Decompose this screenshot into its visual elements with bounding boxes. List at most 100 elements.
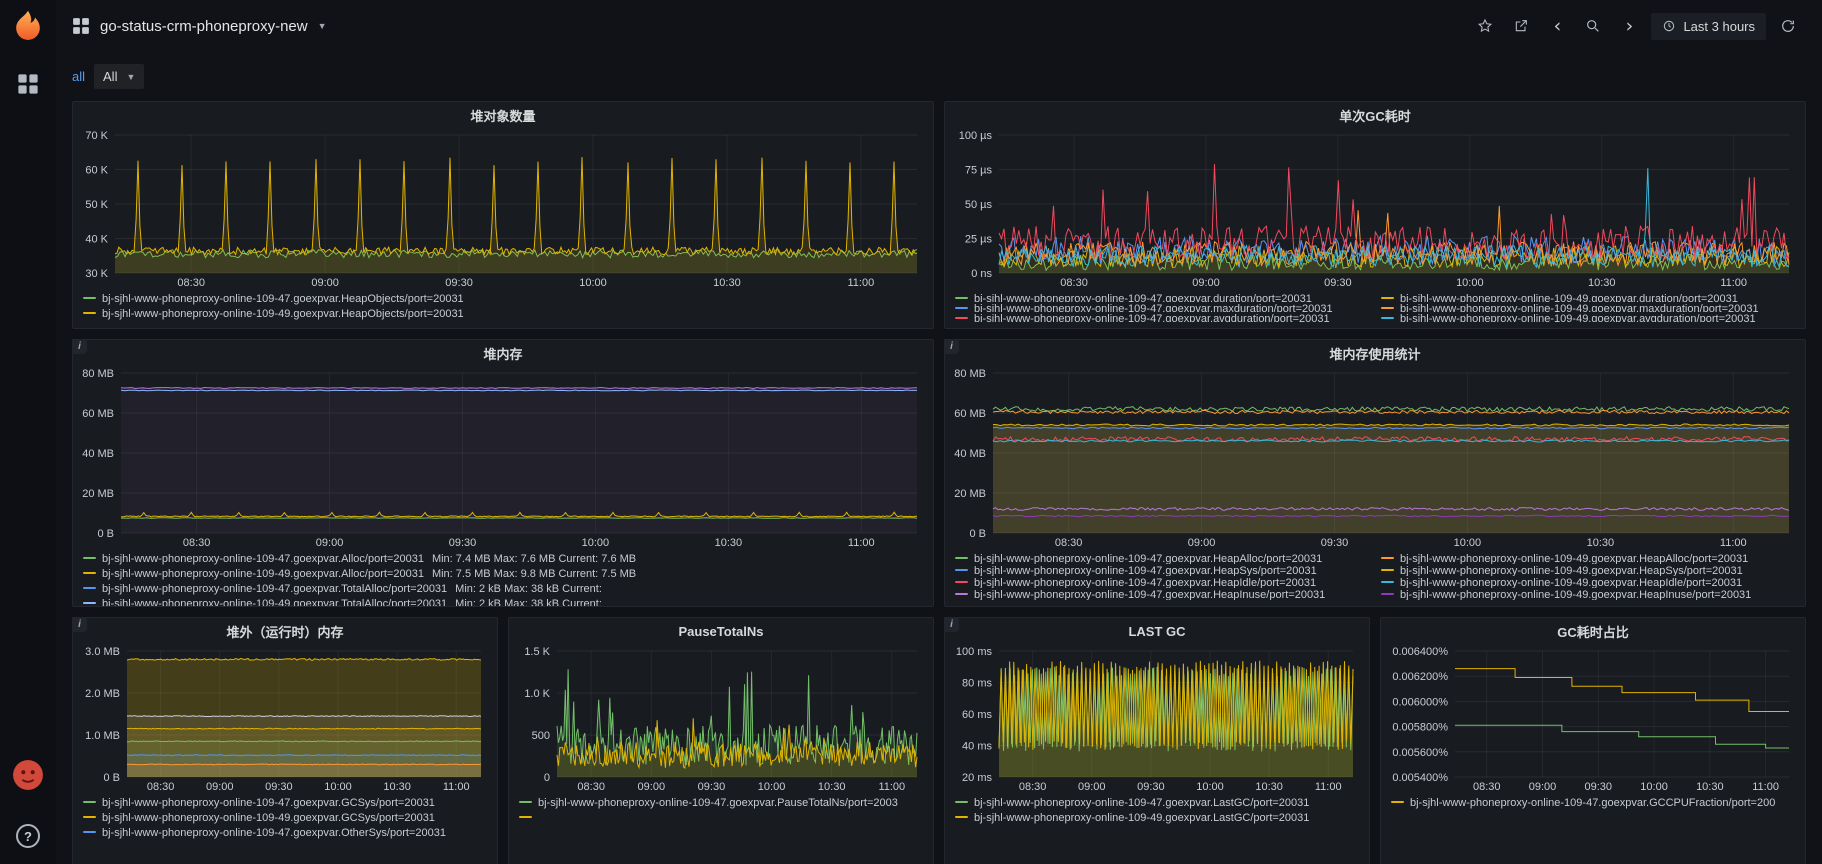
legend-item[interactable]: bj-sjhl-www-phoneproxy-online-109-47.goe… bbox=[955, 302, 1369, 312]
x-tick-label: 08:30 bbox=[147, 781, 175, 793]
series-line-1 bbox=[126, 715, 482, 718]
legend-color-dash bbox=[83, 557, 96, 560]
y-tick-label: 40 MB bbox=[82, 448, 114, 460]
zoom-button[interactable] bbox=[1579, 13, 1607, 39]
y-tick-label: 1.0 K bbox=[524, 688, 550, 700]
panel-info-icon[interactable]: i bbox=[72, 617, 87, 632]
legend-item[interactable]: bj-sjhl-www-phoneproxy-online-109-49.goe… bbox=[1381, 302, 1795, 312]
chart-canvas[interactable]: 100 µs 75 µs 50 µs 25 µs 0 ns 08:30 09:00 09:30… bbox=[949, 128, 1801, 290]
template-var-dropdown[interactable]: All ▼ bbox=[94, 64, 145, 89]
legend-item[interactable]: bj-sjhl-www-phoneproxy-online-109-49.goe… bbox=[1381, 292, 1795, 302]
x-tick-label: 09:00 bbox=[638, 781, 666, 793]
x-tick-label: 11:00 bbox=[1752, 781, 1779, 793]
series-fill bbox=[115, 157, 917, 273]
legend-item[interactable]: bj-sjhl-www-phoneproxy-online-109-49.goe… bbox=[955, 811, 1359, 826]
legend-item[interactable]: bj-sjhl-www-phoneproxy-online-109-47.goe… bbox=[955, 292, 1369, 302]
legend-item[interactable]: bj-sjhl-www-phoneproxy-online-109-47.goe… bbox=[955, 576, 1369, 588]
panel-header[interactable]: 堆外（运行时）内存 bbox=[73, 618, 497, 644]
x-tick-label: 08:30 bbox=[1019, 781, 1047, 793]
panel-heap-memory-usage: 堆内存使用统计 80 MB 60 MB 40 MB 20 MB 0 B 08:30 09:0… bbox=[944, 339, 1806, 607]
panel-info-icon[interactable]: i bbox=[944, 339, 959, 354]
x-tick-label: 11:00 bbox=[1720, 537, 1747, 549]
legend-color-dash bbox=[1391, 801, 1404, 804]
dashboard-icon[interactable] bbox=[72, 17, 90, 35]
y-tick-label: 25 µs bbox=[965, 234, 993, 246]
legend-item[interactable]: bj-sjhl-www-phoneproxy-online-109-47.goe… bbox=[955, 588, 1369, 600]
legend-item[interactable]: bj-sjhl-www-phoneproxy-online-109-47.goe… bbox=[83, 292, 923, 307]
panel-header[interactable]: 堆对象数量 bbox=[73, 102, 933, 128]
panel-legend: bj-sjhl-www-phoneproxy-online-109-47.goe… bbox=[73, 550, 933, 606]
panel-header[interactable]: PauseTotalNs bbox=[509, 618, 933, 644]
panel-header[interactable]: 堆内存使用统计 bbox=[945, 340, 1805, 366]
legend-item[interactable] bbox=[519, 811, 923, 826]
legend-item[interactable]: bj-sjhl-www-phoneproxy-online-109-49.goe… bbox=[83, 567, 923, 582]
panel-header[interactable]: GC耗时占比 bbox=[1381, 618, 1805, 644]
x-tick-label: 10:00 bbox=[579, 277, 607, 289]
panel-header[interactable]: 堆内存 bbox=[73, 340, 933, 366]
panel-header[interactable]: LAST GC bbox=[945, 618, 1369, 644]
grafana-logo[interactable] bbox=[10, 9, 46, 45]
time-range-picker[interactable]: Last 3 hours bbox=[1651, 12, 1766, 40]
share-icon bbox=[1516, 20, 1528, 32]
chart-canvas[interactable]: 1.5 K 1.0 K 500 0 08:30 09:00 09:30 10:00 10:30 1… bbox=[513, 644, 929, 794]
time-forward-button[interactable]: › bbox=[1615, 13, 1643, 39]
legend-item[interactable]: bj-sjhl-www-phoneproxy-online-109-49.goe… bbox=[1381, 564, 1795, 576]
grafana-app: ? go-status-crm-phoneproxy-new ▼ ‹ › Las… bbox=[0, 0, 1822, 864]
chart-canvas[interactable]: 100 ms 80 ms 60 ms 40 ms 20 ms 08:30 09:00 09:3… bbox=[949, 644, 1365, 794]
legend-item[interactable]: bj-sjhl-www-phoneproxy-online-109-49.goe… bbox=[83, 307, 923, 322]
x-tick-label: 10:30 bbox=[715, 537, 743, 549]
legend-label: bj-sjhl-www-phoneproxy-online-109-49.goe… bbox=[1400, 565, 1743, 576]
x-tick-label: 11:00 bbox=[1720, 277, 1747, 289]
help-icon[interactable]: ? bbox=[16, 824, 40, 848]
legend-item[interactable]: bj-sjhl-www-phoneproxy-online-109-47.goe… bbox=[955, 796, 1359, 811]
chart-canvas[interactable]: 3.0 MB 2.0 MB 1.0 MB 0 B 08:30 09:00 09:30 10:0… bbox=[77, 644, 493, 794]
refresh-button[interactable] bbox=[1774, 13, 1802, 39]
legend-item[interactable]: bj-sjhl-www-phoneproxy-online-109-47.goe… bbox=[955, 564, 1369, 576]
x-tick-label: 10:30 bbox=[713, 277, 741, 289]
legend-item[interactable]: bj-sjhl-www-phoneproxy-online-109-47.goe… bbox=[83, 796, 487, 811]
legend-label: bj-sjhl-www-phoneproxy-online-109-47.goe… bbox=[974, 293, 1312, 302]
user-avatar[interactable] bbox=[13, 760, 43, 790]
legend-item[interactable]: bj-sjhl-www-phoneproxy-online-109-49.goe… bbox=[1381, 576, 1795, 588]
x-tick-label: 09:00 bbox=[206, 781, 234, 793]
chart-area: 80 MB 60 MB 40 MB 20 MB 0 B 08:30 09:00 09:30 10… bbox=[73, 366, 933, 550]
panel-offheap-runtime-memory: 堆外（运行时）内存 3.0 MB 2.0 MB 1.0 MB 0 B 08:30 09:0… bbox=[72, 617, 498, 864]
navbar-right: ‹ › Last 3 hours bbox=[1471, 12, 1802, 40]
panel-info-icon[interactable]: i bbox=[944, 617, 959, 632]
time-range-label: Last 3 hours bbox=[1683, 18, 1755, 34]
x-tick-label: 09:30 bbox=[445, 277, 473, 289]
x-tick-label: 09:30 bbox=[1321, 537, 1349, 549]
y-tick-label: 20 MB bbox=[954, 488, 986, 500]
share-button[interactable] bbox=[1507, 13, 1535, 39]
legend-item[interactable]: bj-sjhl-www-phoneproxy-online-109-49.goe… bbox=[83, 811, 487, 826]
chart-area: 70 K 60 K 50 K 40 K 30 K 08:30 09:00 09:30 10:00… bbox=[73, 128, 933, 290]
chart-canvas[interactable]: 80 MB 60 MB 40 MB 20 MB 0 B 08:30 09:00 09:30 10… bbox=[77, 366, 929, 550]
dashboard-title[interactable]: go-status-crm-phoneproxy-new bbox=[100, 18, 308, 35]
legend-item[interactable]: bj-sjhl-www-phoneproxy-online-109-49.goe… bbox=[83, 597, 923, 606]
legend-item[interactable]: bj-sjhl-www-phoneproxy-online-109-47.goe… bbox=[955, 312, 1369, 322]
legend-item[interactable]: bj-sjhl-www-phoneproxy-online-109-47.goe… bbox=[955, 552, 1369, 564]
panel-header[interactable]: 单次GC耗时 bbox=[945, 102, 1805, 128]
chart-area: 100 µs 75 µs 50 µs 25 µs 0 ns 08:30 09:00 09:30… bbox=[945, 128, 1805, 290]
legend-item[interactable]: bj-sjhl-www-phoneproxy-online-109-49.goe… bbox=[1381, 588, 1795, 600]
x-tick-label: 08:30 bbox=[177, 277, 205, 289]
legend-item[interactable]: bj-sjhl-www-phoneproxy-online-109-49.goe… bbox=[1381, 312, 1795, 322]
panel-info-icon[interactable]: i bbox=[72, 339, 87, 354]
chart-canvas[interactable]: 0.006400% 0.006200% 0.006000% 0.005800% 0.00… bbox=[1385, 644, 1801, 794]
legend-color-dash bbox=[955, 317, 968, 320]
legend-item[interactable]: bj-sjhl-www-phoneproxy-online-109-47.goe… bbox=[83, 582, 923, 597]
y-tick-label: 500 bbox=[532, 730, 550, 742]
chart-canvas[interactable]: 80 MB 60 MB 40 MB 20 MB 0 B 08:30 09:00 09:30 10… bbox=[949, 366, 1801, 550]
star-button[interactable] bbox=[1471, 13, 1499, 39]
legend-item[interactable]: bj-sjhl-www-phoneproxy-online-109-49.goe… bbox=[1381, 552, 1795, 564]
legend-label: bj-sjhl-www-phoneproxy-online-109-49.goe… bbox=[1400, 313, 1756, 322]
time-back-button[interactable]: ‹ bbox=[1543, 13, 1571, 39]
legend-item[interactable]: bj-sjhl-www-phoneproxy-online-109-47.goe… bbox=[83, 826, 487, 841]
dashboards-grid-icon[interactable] bbox=[17, 73, 39, 95]
chart-canvas[interactable]: 70 K 60 K 50 K 40 K 30 K 08:30 09:00 09:30 10:00… bbox=[77, 128, 929, 290]
legend-item[interactable]: bj-sjhl-www-phoneproxy-online-109-47.goe… bbox=[519, 796, 923, 811]
legend-label: bj-sjhl-www-phoneproxy-online-109-49.goe… bbox=[1400, 553, 1749, 564]
legend-item[interactable]: bj-sjhl-www-phoneproxy-online-109-47.goe… bbox=[83, 552, 923, 567]
legend-item[interactable]: bj-sjhl-www-phoneproxy-online-109-47.goe… bbox=[1391, 796, 1795, 811]
chevron-down-icon[interactable]: ▼ bbox=[318, 21, 327, 31]
